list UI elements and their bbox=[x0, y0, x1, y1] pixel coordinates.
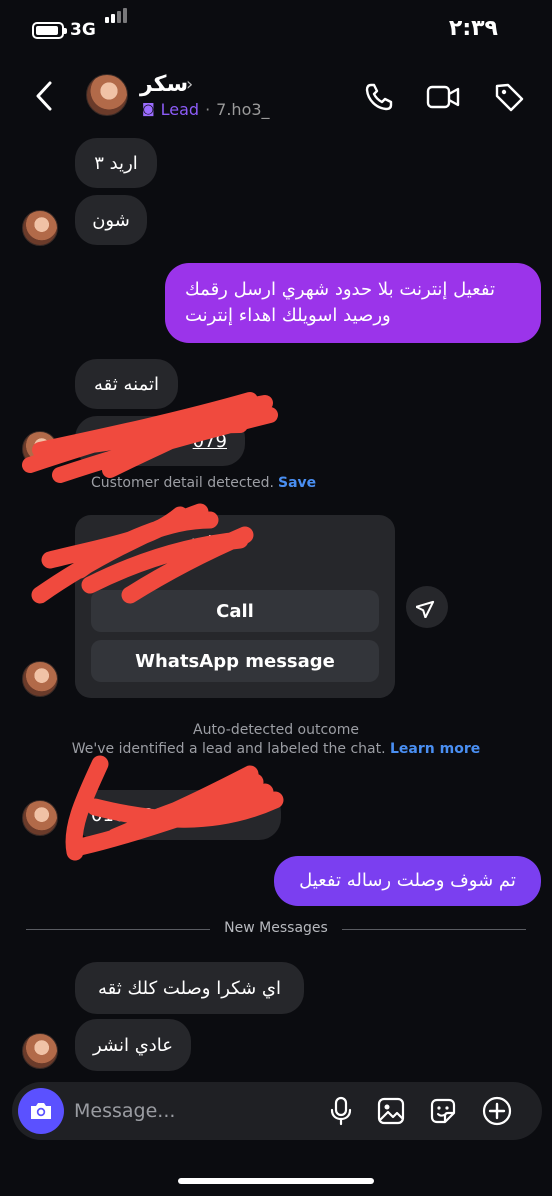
sent-message[interactable]: تم شوف وصلت رساله تفعيل bbox=[274, 856, 541, 906]
lead-status[interactable]: ◙ Lead · 7.ho3_ bbox=[142, 100, 270, 119]
video-call-icon[interactable] bbox=[424, 78, 462, 116]
chat-header: سكر › ◙ Lead · 7.ho3_ bbox=[0, 62, 552, 132]
add-plus-icon[interactable] bbox=[480, 1094, 514, 1128]
save-link[interactable]: Save bbox=[278, 475, 316, 491]
received-message[interactable]: اريد ٣ bbox=[75, 138, 157, 188]
sender-avatar[interactable] bbox=[22, 210, 58, 246]
status-bar: 3G ٢:٣٩ bbox=[0, 0, 552, 62]
received-message[interactable]: اي شكرا وصلت كلك ثقه bbox=[75, 962, 304, 1014]
sender-avatar[interactable] bbox=[22, 661, 58, 697]
home-indicator[interactable] bbox=[178, 1178, 374, 1184]
sender-avatar[interactable] bbox=[22, 431, 58, 467]
phone-call-icon[interactable] bbox=[360, 78, 398, 116]
network-type: 3G bbox=[70, 20, 96, 40]
card-title-text: mbe bbox=[191, 533, 229, 553]
contact-name[interactable]: سكر bbox=[140, 72, 188, 97]
share-send-icon[interactable] bbox=[406, 586, 448, 628]
chevron-right-icon[interactable]: › bbox=[186, 74, 193, 95]
outcome-text: We've identified a lead and labeled the … bbox=[0, 741, 552, 757]
card-title: mbe bbox=[91, 533, 229, 553]
outcome-text-body: We've identified a lead and labeled the … bbox=[71, 741, 386, 757]
contact-card: mbe Call WhatsApp message bbox=[75, 515, 395, 698]
message-input[interactable] bbox=[74, 1096, 314, 1126]
lead-label: Lead bbox=[160, 100, 200, 119]
outcome-title: Auto-detected outcome bbox=[193, 722, 359, 738]
received-message-phone[interactable]: 010 009 2 bbox=[75, 790, 281, 840]
received-message[interactable]: اتمنه ثقه bbox=[75, 359, 178, 409]
call-button[interactable]: Call bbox=[91, 590, 379, 632]
customer-detail-detected: Customer detail detected. Save bbox=[91, 475, 316, 491]
received-message[interactable]: شون bbox=[75, 195, 147, 245]
message-composer bbox=[12, 1082, 542, 1140]
sent-message[interactable]: تفعيل إنترنت بلا حدود شهري ارسل رقمك ورص… bbox=[165, 263, 541, 343]
sticker-icon[interactable] bbox=[426, 1094, 460, 1128]
battery-icon bbox=[32, 22, 67, 39]
sent-message-line: ورصيد اسويلك اهداء إنترنت bbox=[185, 305, 391, 326]
detected-text: Customer detail detected. bbox=[91, 475, 274, 491]
received-message[interactable]: عادي انشر bbox=[75, 1019, 191, 1071]
sender-avatar[interactable] bbox=[22, 800, 58, 836]
back-arrow-icon[interactable] bbox=[34, 80, 54, 116]
clock: ٢:٣٩ bbox=[448, 16, 498, 41]
tag-label-icon[interactable] bbox=[490, 78, 528, 116]
sent-message-line: تفعيل إنترنت بلا حدود شهري ارسل رقمك bbox=[185, 279, 495, 300]
phone-number-text[interactable]: 010 009 2 bbox=[91, 805, 183, 826]
learn-more-link[interactable]: Learn more bbox=[390, 741, 480, 757]
sender-avatar[interactable] bbox=[22, 1033, 58, 1069]
microphone-icon[interactable] bbox=[324, 1094, 358, 1128]
username: 7.ho3_ bbox=[216, 100, 270, 119]
new-messages-label: New Messages bbox=[224, 920, 328, 936]
separator: · bbox=[205, 100, 211, 119]
lead-icon: ◙ bbox=[142, 102, 155, 117]
whatsapp-message-button[interactable]: WhatsApp message bbox=[91, 640, 379, 682]
camera-icon[interactable] bbox=[18, 1088, 64, 1134]
gallery-image-icon[interactable] bbox=[374, 1094, 408, 1128]
received-message-phone[interactable]: 079 bbox=[75, 416, 245, 466]
phone-number-text[interactable]: 079 bbox=[193, 431, 227, 452]
new-messages-divider: New Messages bbox=[0, 920, 552, 940]
avatar[interactable] bbox=[86, 74, 128, 116]
